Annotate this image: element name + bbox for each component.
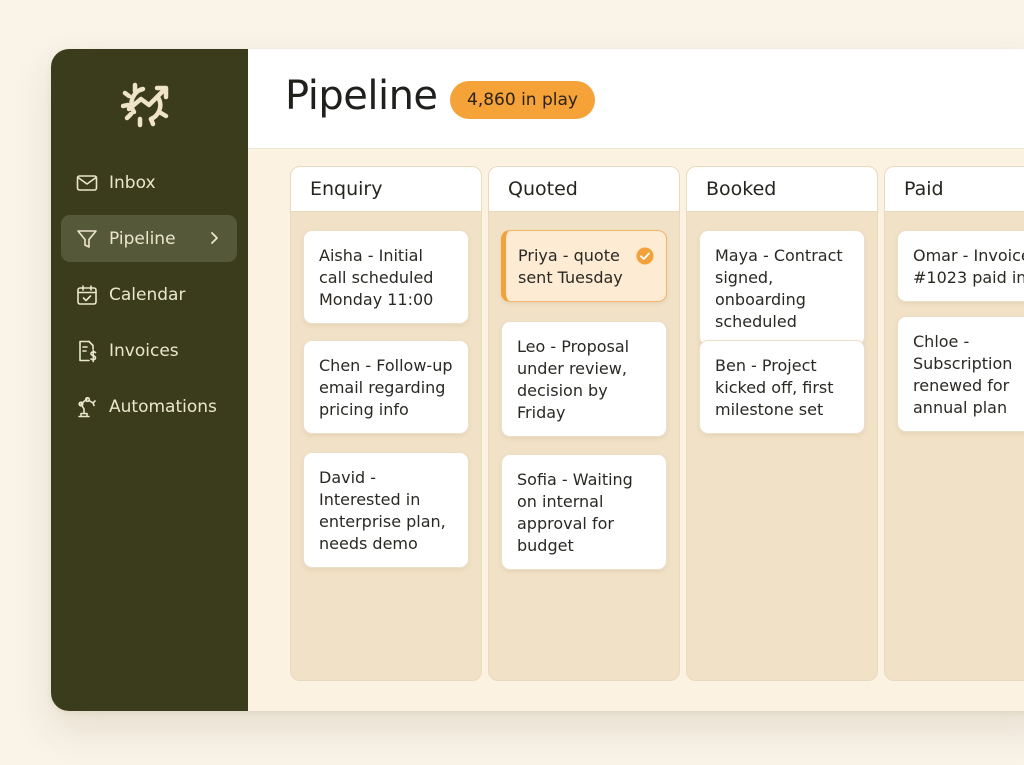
sidebar-item-invoices[interactable]: Invoices xyxy=(61,327,237,374)
deal-card-text: Sofia - Waiting on internal approval for… xyxy=(517,470,633,555)
sidebar-item-label: Pipeline xyxy=(109,228,176,249)
deal-card[interactable]: David - Interested in enterprise plan, n… xyxy=(303,452,469,568)
deal-card-selected[interactable]: Priya - quote sent Tuesday xyxy=(501,230,667,302)
column-header: Enquiry xyxy=(291,167,481,212)
deal-card-text: Chloe - Subscription renewed for annual … xyxy=(913,332,1013,417)
column-quoted: Quoted Priya - quote sent Tuesday Leo - … xyxy=(488,166,680,681)
column-enquiry: Enquiry Aisha - Initial call scheduled M… xyxy=(290,166,482,681)
column-booked: Booked Maya - Contract signed, onboardin… xyxy=(686,166,878,681)
deal-card-text: David - Interested in enterprise plan, n… xyxy=(319,468,446,553)
deal-card-text: Aisha - Initial call scheduled Monday 11… xyxy=(319,246,434,309)
sidebar-item-inbox[interactable]: Inbox xyxy=(61,159,237,206)
deal-card[interactable]: Leo - Proposal under review, decision by… xyxy=(501,321,667,437)
deal-card[interactable]: Chen - Follow-up email regarding pricing… xyxy=(303,340,469,434)
sidebar-item-label: Automations xyxy=(109,396,217,417)
check-circle-icon xyxy=(636,247,654,265)
count-badge: 4,860 in play xyxy=(450,81,595,119)
page-header: Pipeline 4,860 in play xyxy=(248,49,1024,149)
deal-card-text: Leo - Proposal under review, decision by… xyxy=(517,337,630,422)
deal-card[interactable]: Chloe - Subscription renewed for annual … xyxy=(897,316,1024,432)
deal-card[interactable]: Maya - Contract signed, onboarding sched… xyxy=(699,230,865,346)
deal-card[interactable]: Ben - Project kicked off, first mileston… xyxy=(699,340,865,434)
main-content: Pipeline 4,860 in play Enquiry Aisha - I… xyxy=(248,49,1024,711)
deal-card[interactable]: Aisha - Initial call scheduled Monday 11… xyxy=(303,230,469,324)
kanban-board: Enquiry Aisha - Initial call scheduled M… xyxy=(248,149,1024,711)
sidebar-item-pipeline[interactable]: Pipeline xyxy=(61,215,237,262)
sidebar-item-label: Invoices xyxy=(109,340,179,361)
sidebar-item-calendar[interactable]: Calendar xyxy=(61,271,237,318)
deal-card-text: Chen - Follow-up email regarding pricing… xyxy=(319,356,453,419)
sidebar-item-label: Inbox xyxy=(109,172,156,193)
column-header: Booked xyxy=(687,167,877,212)
sidebar-item-automations[interactable]: Automations xyxy=(61,383,237,430)
sidebar-item-label: Calendar xyxy=(109,284,186,305)
deal-card-text: Omar - Invoice #1023 paid in f xyxy=(913,246,1024,287)
gear-chart-logo-icon[interactable] xyxy=(120,79,177,129)
sidebar: Inbox Pipeline Calendar Invoices Automat… xyxy=(51,49,248,711)
deal-card-text: Maya - Contract signed, onboarding sched… xyxy=(715,246,843,331)
calendar-check-icon xyxy=(74,282,100,308)
robot-arm-icon xyxy=(74,394,100,420)
app-window: Inbox Pipeline Calendar Invoices Automat… xyxy=(51,49,1024,711)
deal-card-text: Ben - Project kicked off, first mileston… xyxy=(715,356,834,419)
page-title: Pipeline xyxy=(285,73,438,119)
invoice-dollar-icon xyxy=(74,338,100,364)
mail-icon xyxy=(74,170,100,196)
filter-icon xyxy=(74,226,100,252)
chevron-right-icon xyxy=(207,228,223,248)
deal-card-text: Priya - quote sent Tuesday xyxy=(518,246,623,287)
column-header: Paid xyxy=(885,167,1024,212)
column-paid: Paid Omar - Invoice #1023 paid in f Chlo… xyxy=(884,166,1024,681)
column-header: Quoted xyxy=(489,167,679,212)
deal-card[interactable]: Sofia - Waiting on internal approval for… xyxy=(501,454,667,570)
deal-card[interactable]: Omar - Invoice #1023 paid in f xyxy=(897,230,1024,302)
